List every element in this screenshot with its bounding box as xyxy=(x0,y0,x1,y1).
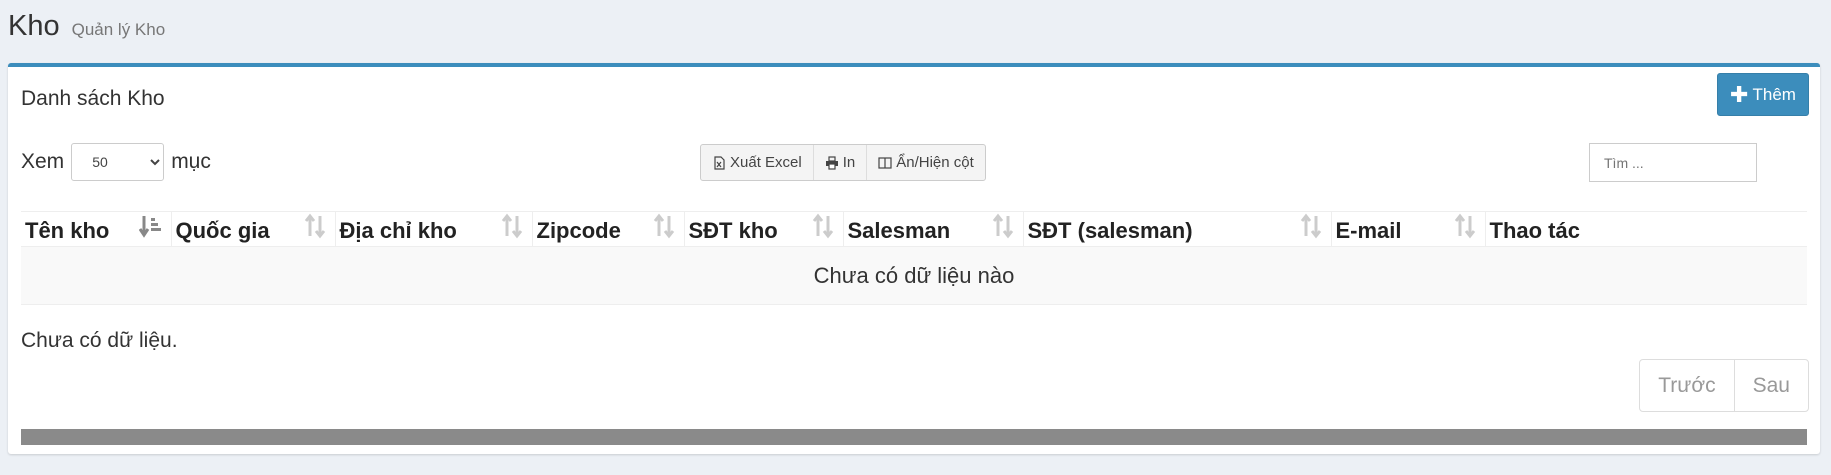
column-header-label: Địa chỉ kho xyxy=(339,218,457,243)
pagination: Trước Sau xyxy=(1639,359,1809,412)
column-header[interactable]: SĐT kho xyxy=(683,211,843,247)
horizontal-scrollbar[interactable] xyxy=(21,429,1807,445)
excel-file-icon xyxy=(714,155,725,170)
export-excel-button[interactable]: Xuất Excel xyxy=(701,145,814,180)
length-suffix: mục xyxy=(171,150,211,173)
column-header-label: Zipcode xyxy=(536,218,621,243)
sort-icon xyxy=(1300,213,1321,239)
column-visibility-label: Ẩn/Hiện cột xyxy=(896,154,974,171)
print-label: In xyxy=(842,154,856,171)
plus-icon: ✚ xyxy=(1730,81,1749,107)
table-row: Chưa có dữ liệu nào xyxy=(21,246,1807,305)
previous-page-button[interactable]: Trước xyxy=(1640,360,1735,411)
column-header-label: E-mail xyxy=(1335,218,1402,243)
column-header-label: Thao tác xyxy=(1489,218,1580,243)
print-icon xyxy=(825,155,838,170)
column-header[interactable]: Quốc gia xyxy=(170,211,335,247)
column-header-label: Quốc gia xyxy=(175,218,270,243)
add-button-label: Thêm xyxy=(1752,84,1796,104)
page-length-control: Xem 50 mục xyxy=(21,143,211,181)
columns-icon xyxy=(878,156,892,169)
export-excel-label: Xuất Excel xyxy=(730,154,802,171)
sort-icon xyxy=(501,213,522,239)
column-header[interactable]: E-mail xyxy=(1330,211,1485,247)
next-page-button[interactable]: Sau xyxy=(1735,360,1808,411)
column-header[interactable]: SĐT (salesman) xyxy=(1022,211,1331,247)
column-header: Thao tác xyxy=(1484,211,1807,247)
column-header-label: SĐT kho xyxy=(688,218,778,243)
sort-icon xyxy=(992,213,1013,239)
page-subtitle: Quản lý Kho xyxy=(71,20,166,39)
page-title: Kho xyxy=(8,10,60,42)
page-length-select[interactable]: 50 xyxy=(71,143,165,181)
column-header[interactable]: Salesman xyxy=(842,211,1023,247)
export-toolbar: Xuất Excel In Ẩn/Hiện cột xyxy=(700,144,986,181)
sort-icon xyxy=(812,213,833,239)
sort-icon xyxy=(653,213,674,239)
column-visibility-button[interactable]: Ẩn/Hiện cột xyxy=(867,145,985,180)
length-prefix: Xem xyxy=(21,150,65,173)
column-header-label: Tên kho xyxy=(25,218,110,243)
column-header-label: SĐT (salesman) xyxy=(1027,218,1193,243)
column-header[interactable]: Địa chỉ kho xyxy=(334,211,532,247)
empty-table-message: Chưa có dữ liệu nào xyxy=(21,246,1807,305)
warehouse-list-box: Danh sách Kho ✚ Thêm Xem 50 mục Xuất Exc… xyxy=(8,63,1820,454)
page-header: Kho Quản lý Kho xyxy=(8,10,165,50)
table-info: Chưa có dữ liệu. xyxy=(21,329,178,352)
warehouse-table: Tên kho Quốc gia Địa chỉ kho Zipcode SĐT… xyxy=(21,211,1807,305)
column-header[interactable]: Zipcode xyxy=(531,211,684,247)
column-header-label: Salesman xyxy=(847,218,951,243)
box-title: Danh sách Kho xyxy=(21,87,165,110)
add-button[interactable]: ✚ Thêm xyxy=(1717,73,1809,116)
print-button[interactable]: In xyxy=(814,145,868,180)
search-input[interactable] xyxy=(1589,143,1757,182)
sort-icon xyxy=(304,213,325,239)
sort-icon xyxy=(1454,213,1475,239)
column-header[interactable]: Tên kho xyxy=(21,211,171,247)
sort-desc-icon xyxy=(138,216,161,238)
